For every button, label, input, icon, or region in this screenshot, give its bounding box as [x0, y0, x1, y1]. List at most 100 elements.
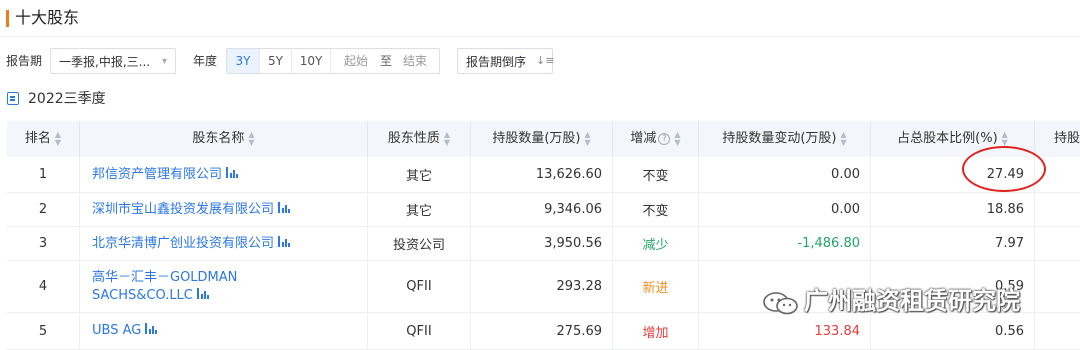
shares-value: 3,950.56 [544, 236, 602, 251]
shares-value: 13,626.60 [535, 167, 602, 182]
shareholder-name-link[interactable]: UBS AG [92, 322, 158, 340]
change-value: 不变 [642, 204, 669, 219]
report-period-value: 一季报,中报,三... [59, 55, 151, 69]
shareholder-name-link[interactable]: 邦信资产管理有限公司 [92, 166, 239, 184]
table-row: 2 深圳市宝山鑫投资发展有限公司 其它 9,346.06 不变 0.00 18.86 [7, 193, 1080, 227]
change-value: 新进 [642, 281, 669, 296]
rank-value: 1 [38, 167, 48, 182]
rank-value: 4 [38, 279, 48, 294]
cell-change: 减少 [613, 227, 699, 260]
header-partial[interactable]: 持股 [1035, 121, 1080, 157]
ratio-value: 18.86 [986, 202, 1024, 217]
title-accent-bar [6, 10, 9, 27]
header-shares[interactable]: 持股数量(万股) ▲ ▼ [471, 121, 613, 157]
shares-value: 275.69 [556, 323, 603, 339]
cell-nature: 其它 [368, 157, 471, 192]
rank-value: 5 [38, 323, 48, 339]
cell-nature: QFII [368, 313, 471, 349]
nature-value: QFII [406, 323, 432, 339]
cell-ratio: 0.56 [871, 313, 1035, 349]
bar-chart-icon[interactable] [226, 166, 239, 178]
change-value: 增加 [642, 325, 669, 341]
sort-arrows-icon[interactable]: ▲ ▼ [585, 130, 591, 147]
cell-shares: 9,346.06 [471, 193, 613, 226]
cell-ratio: 18.86 [871, 193, 1035, 226]
cell-nature: 投资公司 [368, 227, 471, 260]
cell-rank: 4 [7, 261, 80, 312]
bar-chart-icon[interactable] [278, 201, 291, 213]
change-value: 不变 [642, 169, 669, 184]
cell-name: 深圳市宝山鑫投资发展有限公司 [80, 193, 368, 226]
cell-change: 新进 [613, 261, 699, 312]
cell-rank: 5 [7, 313, 80, 349]
bar-chart-icon[interactable] [278, 235, 291, 247]
cell-nature: 其它 [368, 193, 471, 226]
shares_change-value: 0.00 [831, 202, 860, 217]
header-change[interactable]: 增减? ▲ ▼ [613, 121, 699, 157]
bar-chart-icon[interactable] [196, 287, 210, 299]
wechat-icon [763, 292, 798, 315]
cell-rank: 3 [7, 227, 80, 260]
sort-arrows-icon[interactable]: ▲ ▼ [841, 130, 847, 147]
quarter-title: 2022三季度 [28, 91, 106, 107]
report-period-select[interactable]: 一季报,中报,三... ▾ [50, 48, 176, 74]
cell-shares: 293.28 [471, 261, 613, 312]
cell-shares: 3,950.56 [471, 227, 613, 260]
filter-bar: 报告期 一季报,中报,三... ▾ 年度 3Y 5Y 10Y 起始 至 结束 报… [0, 48, 1080, 74]
cell-shares: 275.69 [471, 313, 613, 349]
cell-ratio: 7.97 [871, 227, 1035, 260]
cell-shares-change: -1,486.80 [699, 227, 871, 260]
rank-value: 3 [38, 236, 48, 251]
sort-descending-icon: ↓≡ [536, 54, 555, 67]
header-nature[interactable]: 股东性质 ▲ ▼ [368, 121, 471, 157]
cell-name: UBS AG [80, 313, 368, 349]
shareholder-name-text: 高华－汇丰－GOLDMAN SACHS&CO.LLC [92, 269, 238, 303]
sort-order-button[interactable]: 报告期倒序 ↓≡ [457, 48, 555, 74]
ratio-value: 0.56 [995, 323, 1024, 339]
header-shares-change[interactable]: 持股数量变动(万股) ▲ ▼ [699, 121, 871, 157]
watermark-text: 广州融资租赁研究院 [804, 287, 1020, 315]
cell-shares-change: 133.84 [699, 313, 871, 349]
range-end-input[interactable]: 结束 [403, 49, 427, 73]
year-option-3y[interactable]: 3Y [227, 49, 260, 73]
year-option-10y[interactable]: 10Y [292, 49, 331, 73]
cell-name: 高华－汇丰－GOLDMAN SACHS&CO.LLC [80, 261, 368, 312]
shares_change-value: -1,486.80 [797, 236, 860, 251]
sort-arrows-icon[interactable]: ▲ ▼ [444, 130, 450, 147]
shareholder-name-link[interactable]: 高华－汇丰－GOLDMAN SACHS&CO.LLC [92, 269, 272, 305]
cell-partial [1035, 193, 1080, 226]
shares-value: 293.28 [556, 279, 603, 294]
sort-order-label: 报告期倒序 [466, 55, 527, 69]
bar-chart-icon[interactable] [145, 323, 158, 334]
cell-shares: 13,626.60 [471, 157, 613, 192]
sort-arrows-icon[interactable]: ▲ ▼ [55, 130, 61, 147]
cell-rank: 1 [7, 157, 80, 192]
rank-value: 2 [38, 202, 48, 217]
shares_change-value: 133.84 [814, 323, 861, 339]
chevron-down-icon: ▾ [161, 56, 167, 67]
cell-partial [1035, 227, 1080, 260]
sort-arrows-icon[interactable]: ▲ ▼ [674, 130, 680, 147]
header-name[interactable]: 股东名称 ▲ ▼ [80, 121, 368, 157]
year-label: 年度 [193, 54, 218, 68]
question-circle-icon[interactable]: ? [658, 132, 671, 145]
sort-arrows-icon[interactable]: ▲ ▼ [248, 130, 254, 147]
collapse-square-icon[interactable] [7, 92, 19, 105]
table-row: 1 邦信资产管理有限公司 其它 13,626.60 不变 0.00 27.49 [7, 157, 1080, 193]
cell-partial [1035, 313, 1080, 349]
shareholder-name-link[interactable]: 深圳市宝山鑫投资发展有限公司 [92, 201, 291, 219]
shareholder-name-text: 深圳市宝山鑫投资发展有限公司 [92, 201, 275, 217]
cell-change: 不变 [613, 157, 699, 192]
ratio-value: 7.97 [995, 236, 1024, 251]
shareholder-name-text: UBS AG [92, 323, 142, 338]
cell-shares-change: 0.00 [699, 157, 871, 192]
shareholder-name-link[interactable]: 北京华清博广创业投资有限公司 [92, 235, 291, 253]
sort-arrows-icon[interactable]: ▲ ▼ [1002, 130, 1008, 147]
header-rank[interactable]: 排名 ▲ ▼ [7, 121, 80, 157]
shareholder-name-text: 北京华清博广创业投资有限公司 [92, 235, 275, 251]
range-start-input[interactable]: 起始 [344, 49, 368, 73]
year-option-5y[interactable]: 5Y [260, 49, 292, 73]
nature-value: 其它 [405, 169, 432, 184]
cell-shares-change: 0.00 [699, 193, 871, 226]
nature-value: QFII [406, 279, 432, 294]
